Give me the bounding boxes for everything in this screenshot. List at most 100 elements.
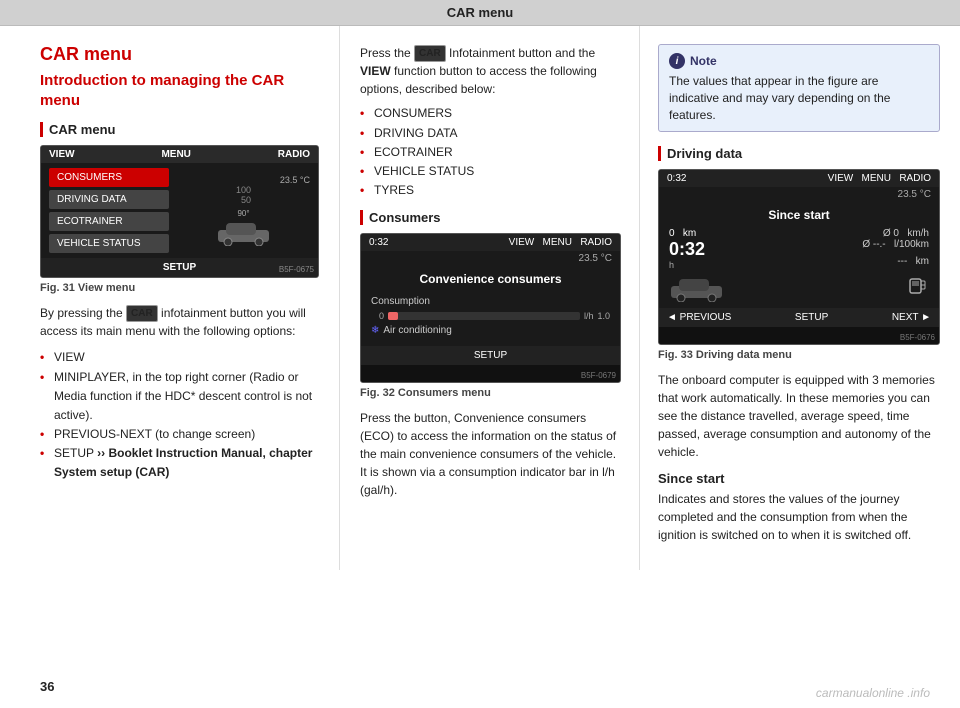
consumers-screen: 0:32 VIEW MENU RADIO 23.5 °C Convenience… (360, 233, 621, 383)
car-badge-middle: CAR (414, 45, 446, 62)
screen-view-label: VIEW (49, 149, 75, 160)
drv-next[interactable]: NEXT ► (892, 312, 931, 323)
right-column: i Note The values that appear in the fig… (640, 26, 960, 570)
list-item: SETUP ›› Booklet Instruction Manual, cha… (40, 444, 319, 482)
cons-bar-min: 0 (379, 311, 384, 321)
cons-menu-labels: VIEW MENU RADIO (509, 237, 612, 248)
consumers-body: Press the button, Convenience consumers … (360, 409, 621, 499)
left-column: CAR menu Introduction to managing the CA… (0, 26, 340, 570)
cons-content: Consumption 0 l/h 1.0 (361, 290, 620, 346)
cons-bar-row: 0 l/h 1.0 (371, 311, 610, 321)
consumers-btn[interactable]: CONSUMERS (49, 168, 169, 187)
cons-bar-unit: l/h (584, 311, 594, 321)
driving-data-section-label: Driving data (658, 146, 940, 161)
cons-topbar: 0:32 VIEW MENU RADIO (361, 234, 620, 251)
drv-right-stats: Ø 0 km/h Ø --.- l/100km --- km (862, 228, 929, 270)
drv-fuel-indicator (907, 276, 929, 301)
cons-title: Convenience consumers (361, 266, 620, 290)
screen-setup-label: SETUP (41, 258, 318, 277)
drv-left-stats: 0 km 0:32 h (669, 228, 705, 270)
fig32-label: Fig. 32 Consumers menu (360, 387, 621, 399)
bsf-label-fig32: B5F-0679 (581, 371, 616, 380)
drv-km: 0 km (669, 228, 705, 239)
drv-setup[interactable]: SETUP (795, 312, 828, 323)
fuel-icon (907, 276, 929, 298)
view-menu-screen: VIEW MENU RADIO CONSUMERS DRIVING DATA E… (40, 145, 319, 278)
ecotrainer-btn[interactable]: ECOTRAINER (49, 212, 169, 231)
air-conditioning-label: Air conditioning (383, 325, 451, 336)
fig33-text: Driving data menu (696, 349, 792, 361)
list-item: MINIPLAYER, in the top right corner (Rad… (40, 368, 319, 426)
note-title: Note (690, 54, 717, 68)
top-bar: CAR menu (0, 0, 960, 26)
since-start-section: Since start Indicates and stores the val… (658, 471, 940, 544)
note-header: i Note (669, 53, 929, 69)
cons-bar-max: 1.0 (597, 311, 610, 321)
drv-km-remain: --- km (862, 256, 929, 267)
snowflake-icon: ❄ (371, 325, 379, 336)
list-item: CONSUMERS (360, 104, 621, 123)
setup-label-consumers: SETUP (474, 350, 507, 361)
cons-temp: 23.5 °C (579, 253, 612, 264)
cons-air-row: ❄ Air conditioning (371, 325, 610, 336)
menu-buttons: CONSUMERS DRIVING DATA ECOTRAINER VEHICL… (49, 168, 169, 253)
drv-menu-labels: VIEW MENU RADIO (828, 173, 931, 184)
note-text: The values that appear in the figure are… (669, 73, 929, 123)
bsf-label-fig31: B5F-0675 (279, 265, 314, 274)
list-item: PREVIOUS-NEXT (to change screen) (40, 425, 319, 444)
vehicle-status-btn[interactable]: VEHICLE STATUS (49, 234, 169, 253)
drv-car-row (669, 274, 929, 302)
right-body-1: The onboard computer is equipped with 3 … (658, 371, 940, 461)
screen-right-area: 23.5 °C 10050 90° (169, 168, 310, 253)
info-icon: i (669, 53, 685, 69)
drv-topbar: 0:32 VIEW MENU RADIO (659, 170, 939, 187)
screen-topbar: VIEW MENU RADIO (41, 146, 318, 163)
cons-time: 0:32 (369, 237, 388, 248)
list-item: VIEW (40, 348, 319, 367)
bsf-label-fig33: B5F-0676 (900, 333, 935, 342)
list-item: DRIVING DATA (360, 124, 621, 143)
body-text-1: By pressing the CAR infotainment button … (40, 304, 319, 340)
car-badge-inline: CAR (126, 305, 158, 322)
screen-menu-area: CONSUMERS DRIVING DATA ECOTRAINER VEHICL… (41, 163, 318, 258)
fig31-label: Fig. 31 View menu (40, 282, 319, 294)
cons-bar-container: 0 l/h 1.0 (379, 311, 610, 321)
drv-since-start: Since start (669, 208, 929, 222)
cons-bar-fill (388, 312, 398, 320)
subtitle: Introduction to managing the CAR menu (40, 71, 319, 110)
view-function-label: VIEW (360, 64, 391, 78)
drv-h-label: h (669, 260, 705, 270)
car-silhouette-icon (216, 218, 271, 246)
watermark: carmanualonline .info (816, 686, 930, 700)
middle-column: Press the CAR Infotainment button and th… (340, 26, 640, 570)
drv-avg-cons: Ø --.- l/100km (862, 239, 929, 250)
drv-bottom: ◄ PREVIOUS SETUP NEXT ► (659, 308, 939, 327)
page-number: 36 (40, 679, 54, 694)
drv-content: Since start 0 km 0:32 h Ø 0 km/h Ø --.- … (659, 202, 939, 308)
fig33-label: Fig. 33 Driving data menu (658, 349, 940, 361)
main-title: CAR menu (40, 44, 319, 65)
drv-temp: 23.5 °C (898, 189, 931, 200)
since-start-title: Since start (658, 471, 940, 486)
section-label-car-menu: CAR menu (40, 122, 319, 137)
driving-screen-wrapper: 0:32 VIEW MENU RADIO 23.5 °C Since start… (658, 169, 940, 345)
drv-time-big: 0:32 (669, 239, 705, 260)
list-item: TYRES (360, 181, 621, 200)
drv-stats: 0 km 0:32 h Ø 0 km/h Ø --.- l/100km --- … (669, 228, 929, 270)
driving-data-btn[interactable]: DRIVING DATA (49, 190, 169, 209)
screen-radio-label: RADIO (278, 149, 310, 160)
screen-menu-label: MENU (161, 149, 190, 160)
list-item: ECOTRAINER (360, 143, 621, 162)
note-box: i Note The values that appear in the fig… (658, 44, 940, 132)
cons-row-label: Consumption (371, 296, 610, 307)
drv-time: 0:32 (667, 173, 686, 184)
intro-text: Press the CAR Infotainment button and th… (360, 44, 621, 98)
consumers-section-label: Consumers (360, 210, 621, 225)
drv-avg-speed: Ø 0 km/h (862, 228, 929, 239)
consumption-label: Consumption (371, 296, 430, 307)
fig32-text: Consumers menu (398, 387, 491, 399)
page-wrapper: CAR menu CAR menu Introduction to managi… (0, 0, 960, 708)
drv-car-silhouette-icon (669, 274, 724, 302)
list-item: VEHICLE STATUS (360, 162, 621, 181)
drv-prev[interactable]: ◄ PREVIOUS (667, 312, 731, 323)
